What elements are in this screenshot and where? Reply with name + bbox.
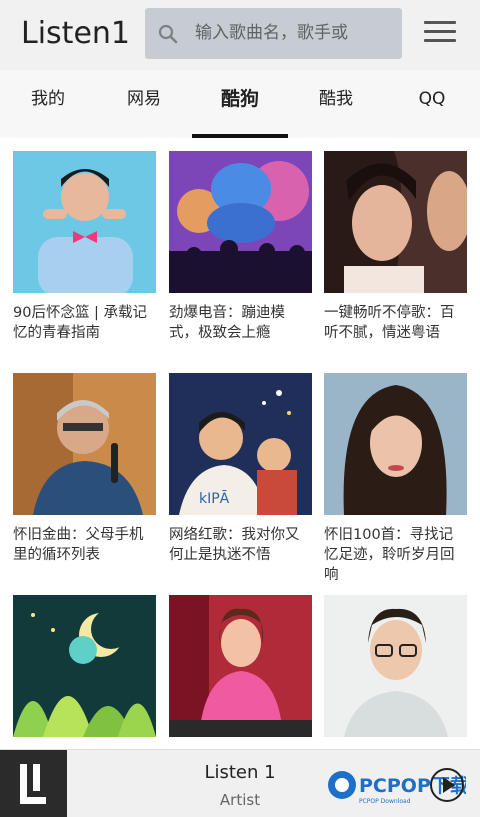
playlist-title: 一键畅听不停歌：百听不腻，情迷粤语: [324, 305, 455, 341]
app-header: Listen1: [0, 0, 480, 70]
now-playing-bar[interactable]: Listen 1 Artist PCPOP下载 PCPOP Download: [0, 749, 480, 817]
cover-singer-microphone[interactable]: [13, 373, 156, 515]
playlist-grid: 90后怀念篮 | 承载记忆的青春指南 劲爆电音：蹦迪模式，极致会上瘾 一键畅听不…: [0, 138, 480, 749]
playlist-card[interactable]: [169, 595, 312, 747]
search-icon: [158, 24, 178, 44]
cover-illustrated-friends[interactable]: kIPĀ: [169, 373, 312, 515]
cover-film-still[interactable]: [324, 151, 467, 293]
playlist-title: 怀旧金曲：父母手机里的循环列表: [13, 527, 144, 563]
tab-mine[interactable]: 我的: [0, 70, 96, 138]
tab-kuwo[interactable]: 酷我: [288, 70, 384, 138]
menu-icon[interactable]: [424, 21, 456, 47]
tab-qq[interactable]: QQ: [384, 70, 480, 138]
tab-netease[interactable]: 网易: [96, 70, 192, 138]
playlist-card[interactable]: 90后怀念篮 | 承载记忆的青春指南: [13, 151, 156, 343]
playlist-card[interactable]: 一键畅听不停歌：百听不腻，情迷粤语: [324, 151, 467, 343]
search-box[interactable]: [145, 8, 402, 59]
playlist-card[interactable]: [324, 595, 467, 747]
source-tabs: 我的 网易 酷狗 酷我 QQ: [0, 70, 480, 138]
cover-genie-dance[interactable]: [169, 151, 312, 293]
playlist-title: 怀旧100首：寻找记忆足迹，聆听岁月回响: [324, 527, 455, 583]
search-input[interactable]: [195, 17, 395, 49]
playlist-card[interactable]: [13, 595, 156, 747]
cover-man-glasses[interactable]: [324, 595, 467, 737]
playlist-title: 劲爆电音：蹦迪模式，极致会上瘾: [169, 305, 285, 341]
playlist-title: 网络红歌：我对你又何止是执迷不悟: [169, 527, 300, 563]
cover-moon-illustration[interactable]: [13, 595, 156, 737]
tab-kugou[interactable]: 酷狗: [192, 70, 288, 138]
play-button[interactable]: [430, 768, 464, 802]
cover-dj-girl[interactable]: [169, 595, 312, 737]
playlist-card[interactable]: 怀旧100首：寻找记忆足迹，聆听岁月回响: [324, 373, 467, 585]
playlist-card[interactable]: kIPĀ 网络红歌：我对你又何止是执迷不悟: [169, 373, 312, 565]
playlist-card[interactable]: 怀旧金曲：父母手机里的循环列表: [13, 373, 156, 565]
playlist-card[interactable]: 劲爆电音：蹦迪模式，极致会上瘾: [169, 151, 312, 343]
cover-woman-portrait[interactable]: [324, 373, 467, 515]
cover-man-pink-bowtie[interactable]: [13, 151, 156, 293]
svg-text:PCPOP Download: PCPOP Download: [359, 798, 411, 805]
svg-text:kIPĀ: kIPĀ: [199, 490, 230, 507]
playlist-title: 90后怀念篮 | 承载记忆的青春指南: [13, 305, 148, 341]
app-title: Listen1: [21, 16, 130, 51]
